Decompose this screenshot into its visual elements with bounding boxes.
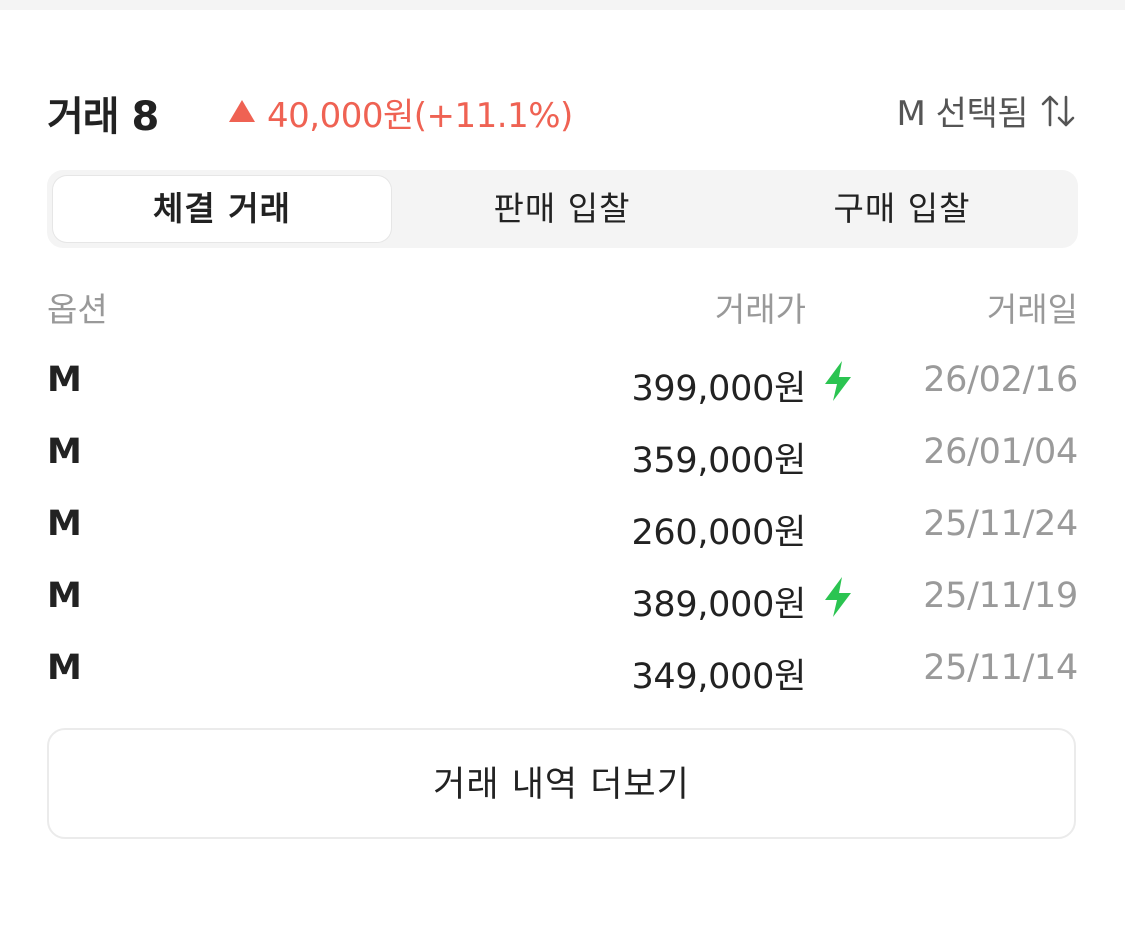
triangle-up-icon <box>229 99 255 122</box>
row-option: M <box>47 648 82 688</box>
header-date: 거래일 <box>986 290 1078 329</box>
lightning-icon <box>825 361 851 401</box>
row-date: 25/11/19 <box>923 576 1078 616</box>
row-option: M <box>47 504 82 544</box>
table-row: M 359,000원 26/01/04 <box>47 428 1078 484</box>
row-price: 359,000원 <box>631 441 806 481</box>
trade-tabs: 체결 거래 판매 입찰 구매 입찰 <box>47 170 1078 248</box>
header-price: 거래가 <box>714 290 806 329</box>
sort-arrows-icon <box>1041 95 1075 126</box>
table-row: M 260,000원 25/11/24 <box>47 500 1078 556</box>
row-price: 389,000원 <box>631 585 806 625</box>
more-trades-button[interactable]: 거래 내역 더보기 <box>47 728 1076 839</box>
size-selector[interactable]: M 선택됨 <box>897 86 1078 135</box>
top-divider <box>0 0 1125 10</box>
tab-buy-bids[interactable]: 구매 입찰 <box>733 176 1071 242</box>
header-option: 옵션 <box>47 290 108 329</box>
trade-count-title: 거래 8 <box>47 94 159 140</box>
row-option: M <box>47 576 82 616</box>
price-change: 40,000원(+11.1%) <box>229 88 573 137</box>
tab-sell-bids[interactable]: 판매 입찰 <box>393 176 731 242</box>
price-change-text: 40,000원(+11.1%) <box>267 96 573 136</box>
table-row: M 349,000원 25/11/14 <box>47 644 1078 700</box>
row-option: M <box>47 432 82 472</box>
row-date: 26/01/04 <box>923 432 1078 472</box>
row-option: M <box>47 360 82 400</box>
trade-header: 거래 8 40,000원(+11.1%) M 선택됨 <box>47 80 1078 140</box>
row-date: 25/11/14 <box>923 648 1078 688</box>
table-row: M 389,000원 25/11/19 <box>47 572 1078 628</box>
tab-completed-trades[interactable]: 체결 거래 <box>53 176 391 242</box>
row-price: 260,000원 <box>631 513 806 553</box>
row-price: 399,000원 <box>631 369 806 409</box>
table-row: M 399,000원 26/02/16 <box>47 356 1078 412</box>
row-date: 26/02/16 <box>923 360 1078 400</box>
size-selector-label: M 선택됨 <box>896 94 1029 134</box>
row-price: 349,000원 <box>631 657 806 697</box>
table-header: 옵션 거래가 거래일 <box>47 283 1078 333</box>
row-date: 25/11/24 <box>923 504 1078 544</box>
lightning-icon <box>825 577 851 617</box>
